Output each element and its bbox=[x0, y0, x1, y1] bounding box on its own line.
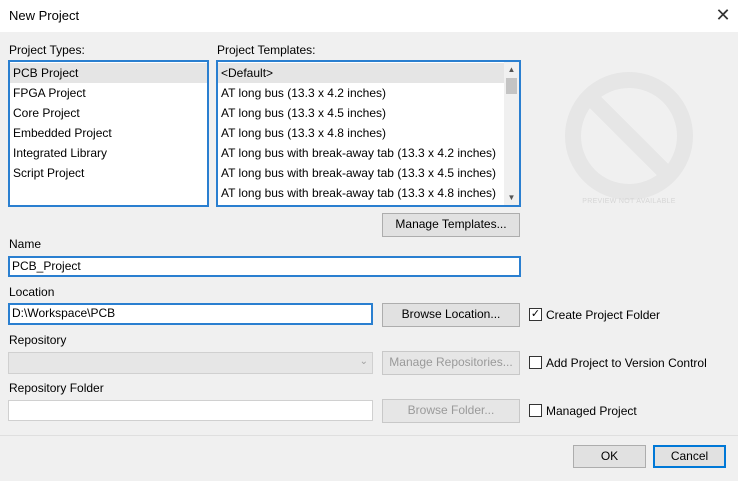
managed-project-label: Managed Project bbox=[546, 404, 637, 418]
repository-folder-label: Repository Folder bbox=[9, 381, 104, 395]
create-project-folder-checkbox[interactable]: ✓ bbox=[529, 308, 542, 321]
project-templates-list[interactable]: <Default> AT long bus (13.3 x 4.2 inches… bbox=[216, 60, 521, 207]
template-item[interactable]: AT long bus with break-away tab (13.3 x … bbox=[218, 183, 504, 203]
project-types-label: Project Types: bbox=[9, 43, 85, 57]
project-type-item[interactable]: PCB Project bbox=[10, 63, 207, 83]
browse-folder-button[interactable]: Browse Folder... bbox=[382, 399, 520, 423]
title-bar bbox=[0, 0, 738, 32]
project-types-list[interactable]: PCB Project FPGA Project Core Project Em… bbox=[8, 60, 209, 207]
template-item[interactable]: AT long bus (13.3 x 4.2 inches) bbox=[218, 83, 504, 103]
scroll-down-icon[interactable]: ▼ bbox=[504, 190, 519, 205]
project-templates-label: Project Templates: bbox=[217, 43, 316, 57]
repository-folder-field[interactable] bbox=[8, 400, 373, 421]
chevron-down-icon: ⌄ bbox=[359, 356, 368, 367]
project-type-item[interactable]: Embedded Project bbox=[10, 123, 207, 143]
browse-location-button[interactable]: Browse Location... bbox=[382, 303, 520, 327]
location-label: Location bbox=[9, 285, 55, 299]
template-item[interactable]: <Default> bbox=[218, 63, 504, 83]
template-item[interactable]: AT long bus (13.3 x 4.5 inches) bbox=[218, 103, 504, 123]
template-item[interactable]: AT long bus with break-away tab (13.3 x … bbox=[218, 163, 504, 183]
project-type-item[interactable]: FPGA Project bbox=[10, 83, 207, 103]
scroll-thumb[interactable] bbox=[506, 78, 517, 94]
window-title: New Project bbox=[9, 8, 80, 23]
version-control-checkbox[interactable] bbox=[529, 356, 542, 369]
repository-select[interactable]: ⌄ bbox=[8, 352, 373, 374]
manage-repositories-button[interactable]: Manage Repositories... bbox=[382, 351, 520, 375]
project-type-item[interactable]: Script Project bbox=[10, 163, 207, 183]
location-field[interactable]: D:\Workspace\PCB bbox=[8, 303, 373, 325]
no-preview-icon bbox=[563, 70, 695, 202]
name-field[interactable]: PCB_Project bbox=[8, 256, 521, 277]
project-type-item[interactable]: Core Project bbox=[10, 103, 207, 123]
ok-button[interactable]: OK bbox=[573, 445, 646, 468]
manage-templates-button[interactable]: Manage Templates... bbox=[382, 213, 520, 237]
name-label: Name bbox=[9, 237, 42, 251]
version-control-label: Add Project to Version Control bbox=[546, 356, 707, 370]
create-project-folder-label: Create Project Folder bbox=[546, 308, 661, 322]
managed-project-checkbox[interactable] bbox=[529, 404, 542, 417]
close-icon[interactable]: ✕ bbox=[713, 4, 733, 26]
repository-label: Repository bbox=[9, 333, 67, 347]
cancel-button[interactable]: Cancel bbox=[653, 445, 726, 468]
preview-text: PREVIEW NOT AVAILABLE bbox=[582, 198, 676, 205]
project-type-item[interactable]: Integrated Library bbox=[10, 143, 207, 163]
template-item[interactable]: AT long bus with break-away tab (13.3 x … bbox=[218, 143, 504, 163]
scroll-up-icon[interactable]: ▲ bbox=[504, 62, 519, 77]
templates-scrollbar[interactable]: ▲ ▼ bbox=[504, 62, 519, 205]
template-item[interactable]: AT long bus (13.3 x 4.8 inches) bbox=[218, 123, 504, 143]
